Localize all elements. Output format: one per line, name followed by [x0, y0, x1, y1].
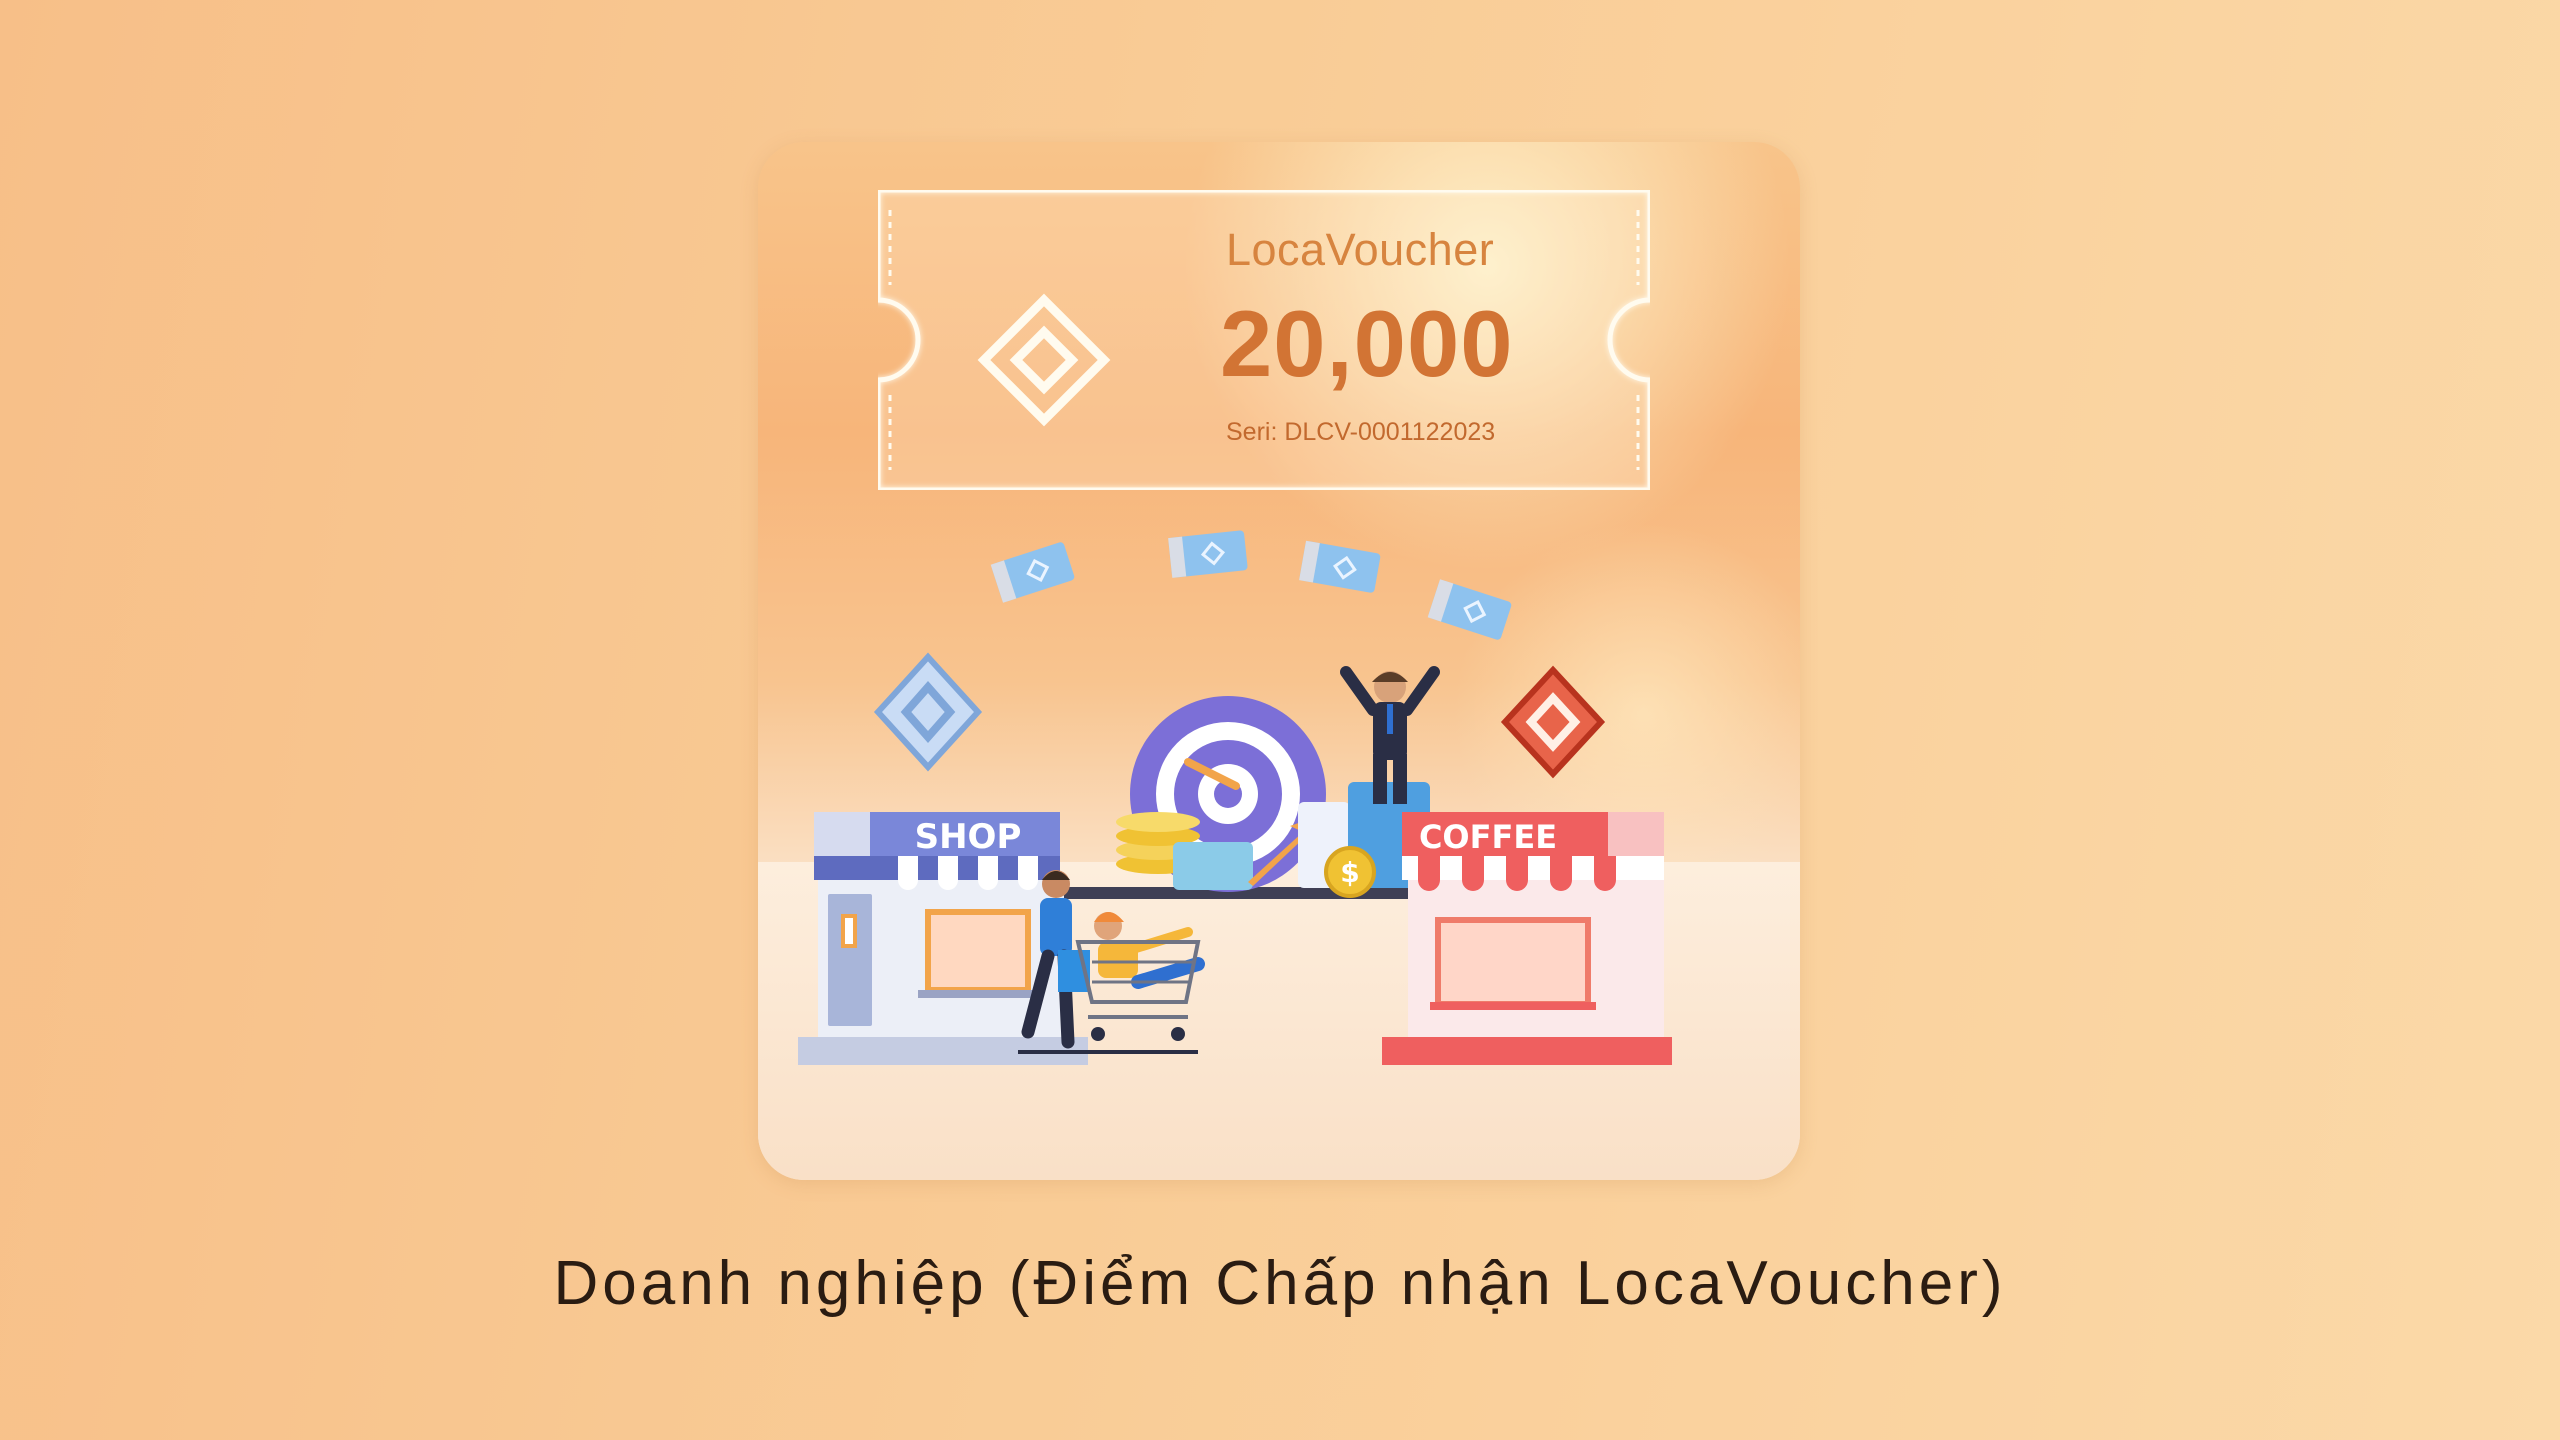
illustration-card: LocaVoucher 20,000 Seri: DLCV-0001122023 — [758, 142, 1800, 1180]
coffee-sign: COFFEE — [1419, 818, 1557, 856]
blue-logo-icon — [873, 652, 983, 772]
page-caption: Doanh nghiệp (Điểm Chấp nhận LocaVoucher… — [553, 1249, 2007, 1318]
coffee-building: COFFEE — [1382, 812, 1672, 1065]
coin-symbol: $ — [1340, 856, 1359, 889]
red-logo-icon — [1500, 665, 1606, 779]
flying-ticket-icon — [1427, 579, 1512, 640]
flying-ticket-icon — [1168, 530, 1248, 578]
business-scene: $ SHOP COFFEE — [798, 530, 1672, 1065]
dollar-coin-icon: $ — [1324, 846, 1376, 898]
flying-ticket-icon — [1299, 540, 1381, 593]
flying-ticket-icon — [990, 542, 1075, 603]
shop-sign: SHOP — [915, 817, 1022, 857]
